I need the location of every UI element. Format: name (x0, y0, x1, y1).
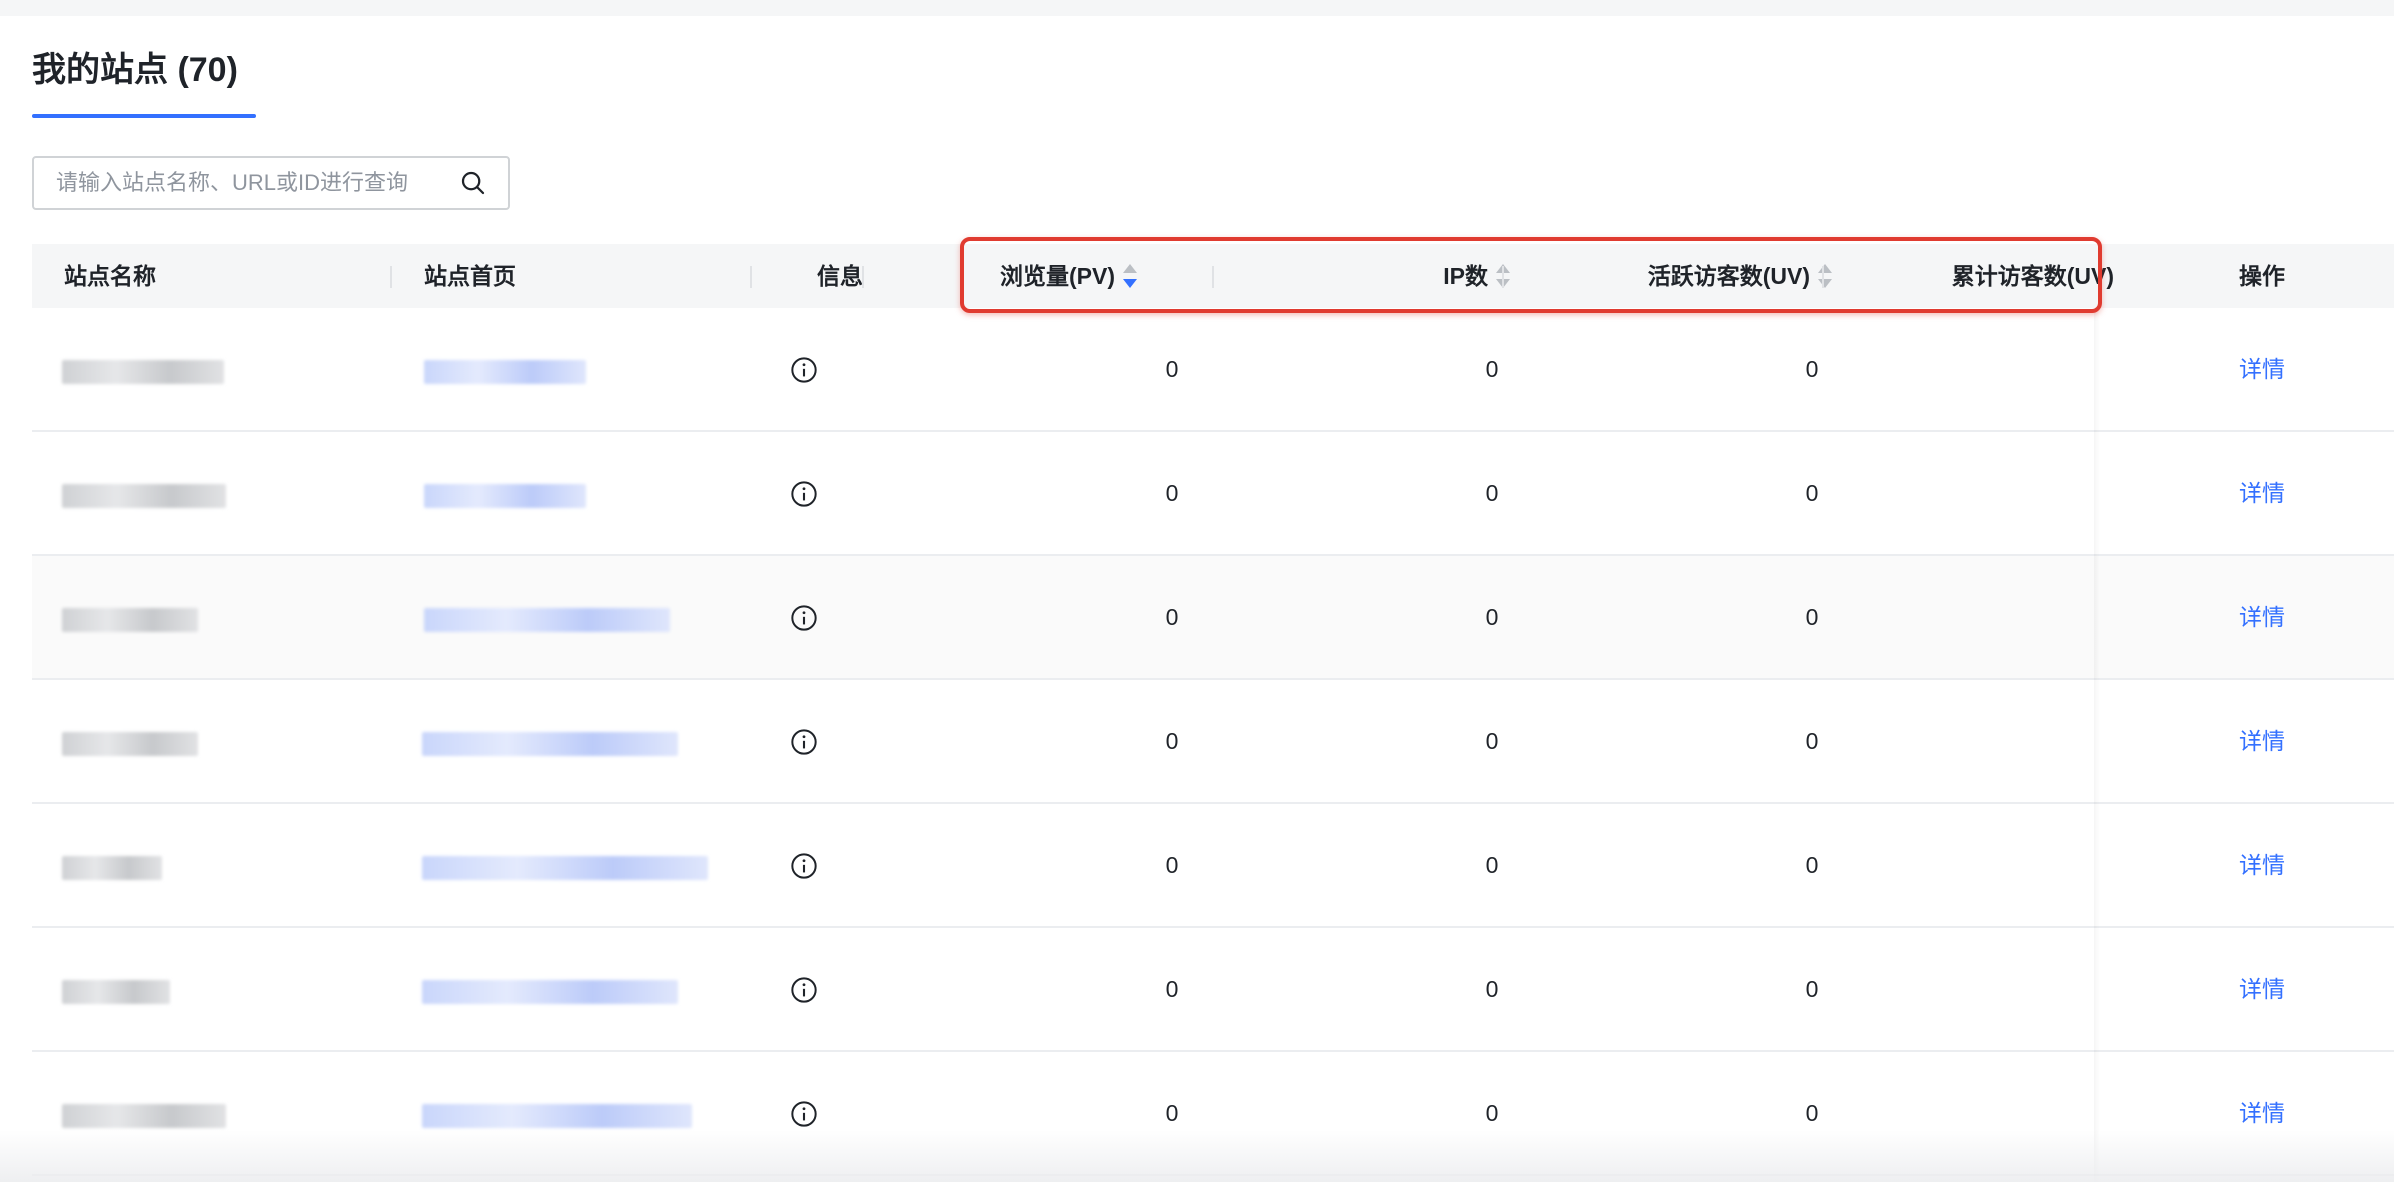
info-icon[interactable] (790, 480, 818, 508)
site-url-redacted[interactable] (422, 732, 678, 756)
col-pv-label: 浏览量(PV) (1000, 263, 1115, 289)
table-row: 0 0 0 详情 (32, 308, 2394, 432)
uv-total-value (1832, 928, 2114, 1050)
page-title: 我的站点 (70) (32, 51, 238, 89)
col-divider (1502, 266, 1504, 288)
site-url-redacted[interactable] (422, 1104, 692, 1128)
search-box[interactable] (32, 156, 510, 210)
ip-value: 0 (1485, 480, 1499, 506)
detail-link[interactable]: 详情 (2192, 556, 2332, 678)
table-row: 0 0 0 详情 (32, 928, 2394, 1052)
col-ip-label: IP数 (1443, 263, 1488, 289)
ip-value: 0 (1485, 852, 1499, 878)
info-icon[interactable] (790, 356, 818, 384)
ip-value: 0 (1485, 356, 1499, 382)
site-url-redacted[interactable] (424, 360, 586, 384)
uv-total-value (1832, 804, 2114, 926)
col-info: 信息 (817, 263, 863, 289)
site-url-redacted[interactable] (422, 856, 708, 880)
detail-link[interactable]: 详情 (2192, 432, 2332, 554)
ip-value: 0 (1485, 604, 1499, 630)
info-icon[interactable] (790, 1100, 818, 1128)
info-icon[interactable] (790, 976, 818, 1004)
uv-total-value (1832, 556, 2114, 678)
site-name-redacted (62, 1104, 226, 1128)
pv-value: 0 (1165, 976, 1179, 1002)
table-header: 站点名称 站点首页 信息 浏览量(PV) IP数 活跃访客数(UV) 累计访客数… (32, 244, 2394, 308)
search-icon[interactable] (458, 168, 488, 198)
site-name-redacted (62, 856, 162, 880)
col-site-name: 站点名称 (64, 263, 156, 289)
col-uv-active-label: 活跃访客数(UV) (1647, 263, 1810, 289)
uv-total-value (1832, 308, 2114, 430)
table-row: 0 0 0 详情 (32, 432, 2394, 556)
sort-icon[interactable] (1123, 263, 1137, 289)
col-uv-active-sortable[interactable]: 活跃访客数(UV) (1532, 244, 1832, 308)
pv-value: 0 (1165, 604, 1179, 630)
col-divider (862, 266, 864, 288)
site-name-redacted (62, 732, 198, 756)
sort-icon[interactable] (1818, 263, 1832, 289)
sites-table: 站点名称 站点首页 信息 浏览量(PV) IP数 活跃访客数(UV) 累计访客数… (32, 244, 2394, 1176)
col-divider (750, 266, 752, 288)
site-name-redacted (62, 360, 224, 384)
table-row: 0 0 0 详情 (32, 804, 2394, 928)
site-name-redacted (62, 484, 226, 508)
pv-value: 0 (1165, 480, 1179, 506)
site-name-redacted (62, 980, 170, 1004)
uv-total-value (1832, 680, 2114, 802)
site-name-redacted (62, 608, 198, 632)
site-url-redacted[interactable] (424, 484, 586, 508)
col-action: 操作 (2239, 263, 2285, 289)
col-divider (1212, 266, 1214, 288)
info-icon[interactable] (790, 728, 818, 756)
table-row: 0 0 0 详情 (32, 556, 2394, 680)
col-homepage: 站点首页 (424, 263, 516, 289)
info-icon[interactable] (790, 852, 818, 880)
ip-value: 0 (1485, 976, 1499, 1002)
fixed-column-shadow (2094, 308, 2100, 1182)
detail-link[interactable]: 详情 (2192, 680, 2332, 802)
col-divider (1822, 266, 1824, 288)
detail-link[interactable]: 详情 (2192, 308, 2332, 430)
site-url-redacted[interactable] (422, 980, 678, 1004)
col-divider (390, 266, 392, 288)
pv-value: 0 (1165, 356, 1179, 382)
pv-value: 0 (1165, 852, 1179, 878)
col-uv-total: 累计访客数(UV) (1951, 263, 2114, 289)
table-row: 0 0 0 详情 (32, 680, 2394, 804)
top-bar (0, 0, 2394, 16)
pv-value: 0 (1165, 728, 1179, 754)
col-pv-sortable[interactable]: 浏览量(PV) (1000, 244, 1137, 308)
detail-link[interactable]: 详情 (2192, 804, 2332, 926)
col-ip-sortable[interactable]: IP数 (1332, 244, 1510, 308)
uv-total-value (1832, 432, 2114, 554)
search-input[interactable] (34, 158, 458, 208)
site-url-redacted[interactable] (424, 608, 670, 632)
info-icon[interactable] (790, 604, 818, 632)
ip-value: 0 (1485, 728, 1499, 754)
bottom-fade (0, 1130, 2394, 1182)
title-tab-indicator (32, 114, 256, 118)
detail-link[interactable]: 详情 (2192, 928, 2332, 1050)
